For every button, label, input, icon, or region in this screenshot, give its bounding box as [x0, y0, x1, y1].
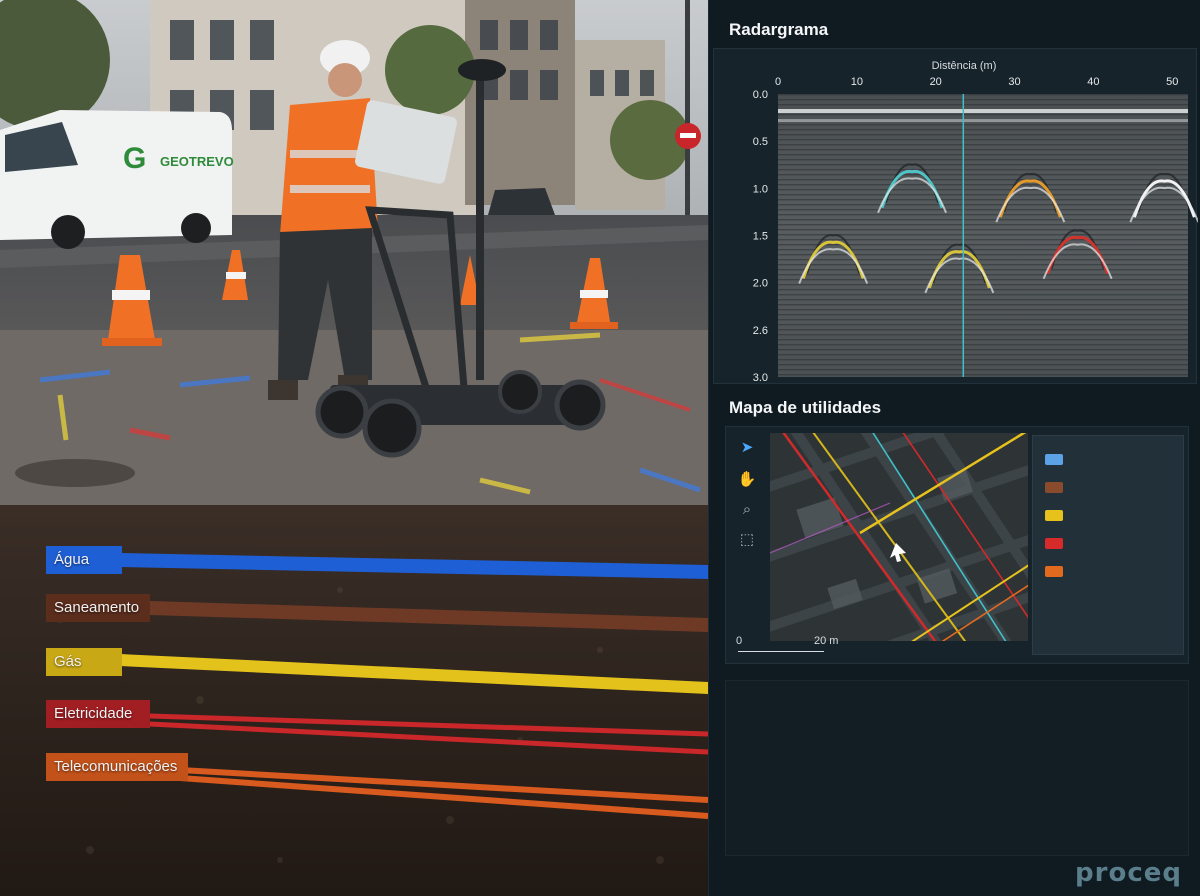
legend-swatch-electric[interactable] — [1045, 538, 1063, 549]
radar-title: Radargrama — [729, 20, 829, 39]
hand-pan-icon[interactable]: ✋ — [736, 469, 758, 491]
surface-reflection — [778, 109, 1188, 113]
zoom-area-icon[interactable]: ⬚ — [736, 529, 758, 551]
y-tick-label: 0.5 — [753, 136, 768, 148]
select-arrow-icon[interactable]: ➤ — [736, 437, 758, 459]
utility-map-view[interactable] — [770, 433, 1028, 641]
y-tick-label: 1.0 — [753, 183, 768, 195]
y-tick-label: 0.0 — [753, 89, 768, 101]
van-brand-text: GEOTREVO — [160, 154, 234, 169]
x-tick-label: 0 — [775, 76, 781, 88]
empty-detail-panel — [725, 680, 1189, 856]
y-tick-label: 2.0 — [753, 278, 768, 290]
legend-swatch-water[interactable] — [1045, 454, 1063, 465]
legend-swatch-sewer[interactable] — [1045, 482, 1063, 493]
radargram-panel: Distência (m) 0 10 20 30 40 50 0.0 0.5 1.0 1.5 2.… — [713, 48, 1200, 385]
map-title: Mapa de utilidades — [729, 398, 882, 417]
svg-text:G: G — [123, 142, 146, 175]
x-tick-label: 10 — [851, 76, 863, 88]
brand-logo: proceq — [1075, 858, 1182, 888]
map-legend — [1032, 435, 1184, 655]
utility-label-agua: Água — [46, 546, 122, 574]
surface-reflection-2 — [778, 119, 1188, 122]
legend-swatch-gas[interactable] — [1045, 510, 1063, 521]
app-root: G GEOTREVO Água Saneamento Gás Eletricid… — [0, 0, 1200, 896]
van: G GEOTREVO — [0, 110, 234, 249]
utility-label-saneamento: Saneamento — [46, 594, 150, 622]
x-tick-label: 30 — [1008, 76, 1020, 88]
map-scale-end: 20 m — [814, 635, 839, 647]
utility-label-eletricidade: Eletricidade — [46, 700, 150, 728]
x-tick-label: 20 — [930, 76, 942, 88]
map-scale-start: 0 — [736, 635, 743, 647]
legend-swatch-telecom[interactable] — [1045, 566, 1063, 577]
zoom-icon[interactable]: ⌕ — [736, 499, 758, 521]
map-scale-bar — [738, 651, 824, 652]
utility-label-telecomunicacoes: Telecomunicações — [46, 753, 188, 781]
radargram-chart[interactable]: Distência (m) 0 10 20 30 40 50 0.0 0.5 1.0 1.5 2.… — [714, 49, 1200, 385]
utility-map-panel: ➤ ✋ ⌕ ⬚ 0 20 m — [725, 426, 1189, 664]
field-scene: G GEOTREVO Água Saneamento Gás Eletricid… — [0, 0, 708, 896]
radar-x-axis-label: Distência (m) — [932, 60, 997, 72]
x-tick-label: 40 — [1087, 76, 1099, 88]
y-tick-label: 1.5 — [753, 231, 768, 243]
utility-label-gas: Gás — [46, 648, 122, 676]
y-tick-label: 3.0 — [753, 372, 768, 384]
x-tick-label: 50 — [1166, 76, 1178, 88]
instrument-panel: Radargrama Distência (m) 0 10 20 30 40 50 0. — [708, 0, 1200, 896]
y-tick-label: 2.6 — [753, 325, 768, 337]
